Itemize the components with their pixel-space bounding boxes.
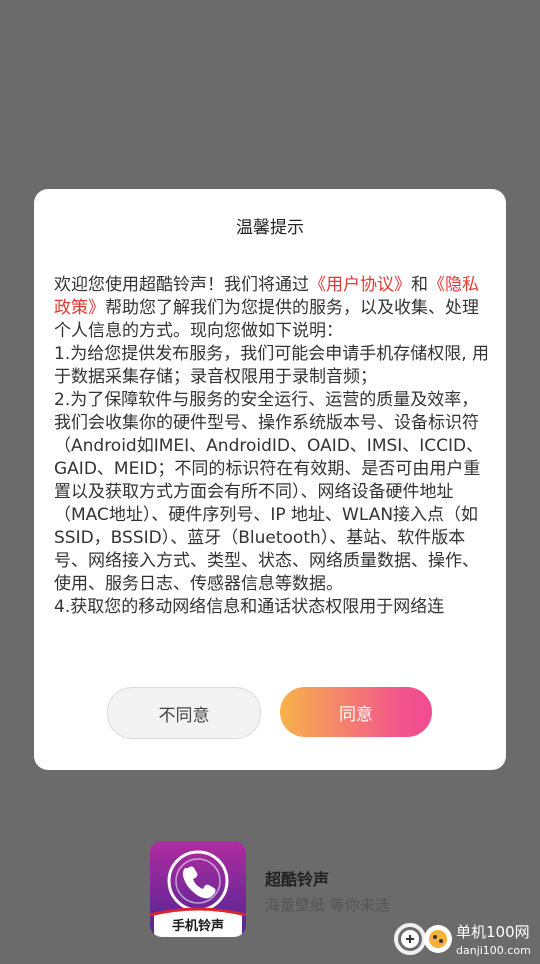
dialog-title: 温馨提示 — [236, 218, 304, 238]
user-agreement-link[interactable]: 《用户协议》 — [309, 275, 411, 295]
intro-text: 欢迎您使用超酷铃声！我们将通过 — [54, 275, 309, 295]
watermark-logo-icon: 单机100网 danji100.com — [394, 923, 531, 957]
watermark-name: 单机100网 — [456, 923, 530, 941]
app-icon-text: 手机铃声 — [172, 918, 224, 934]
phone-ring-icon: 手机铃声 — [150, 850, 246, 937]
policy-clause: 4.获取您的移动网络信息和通话状态权限用于网络连 — [54, 597, 445, 617]
intro-text: 帮助您了解我们为您提供的服务，以及收集、处理个人信息的方式。现向您做如下说明： — [54, 298, 479, 341]
intro-text: 和 — [411, 275, 428, 295]
privacy-dialog: 温馨提示 欢迎您使用超酷铃声！我们将通过《用户协议》和《隐私政策》帮助您了解我们… — [34, 189, 506, 770]
policy-text-scroll[interactable]: 欢迎您使用超酷铃声！我们将通过《用户协议》和《隐私政策》帮助您了解我们为您提供的… — [54, 274, 492, 644]
watermark: 单机100网 danji100.com — [392, 919, 540, 960]
app-slogan: 海量壁纸 等你来选 — [265, 896, 390, 914]
policy-clause: 1.为给您提供发布服务，我们可能会申请手机存储权限, 用于数据采集存储；录音权限… — [54, 344, 490, 387]
disagree-button[interactable]: 不同意 — [107, 687, 261, 739]
policy-clause: 2.为了保障软件与服务的安全运行、运营的质量及效率，我们会收集你的硬件型号、操作… — [54, 390, 484, 594]
dialog-content: 欢迎您使用超酷铃声！我们将通过《用户协议》和《隐私政策》帮助您了解我们为您提供的… — [54, 274, 492, 842]
app-icon: 手机铃声 — [150, 841, 246, 937]
watermark-url: danji100.com — [456, 944, 531, 957]
app-name: 超酷铃声 — [265, 870, 330, 889]
agree-button[interactable]: 同意 — [280, 687, 432, 737]
